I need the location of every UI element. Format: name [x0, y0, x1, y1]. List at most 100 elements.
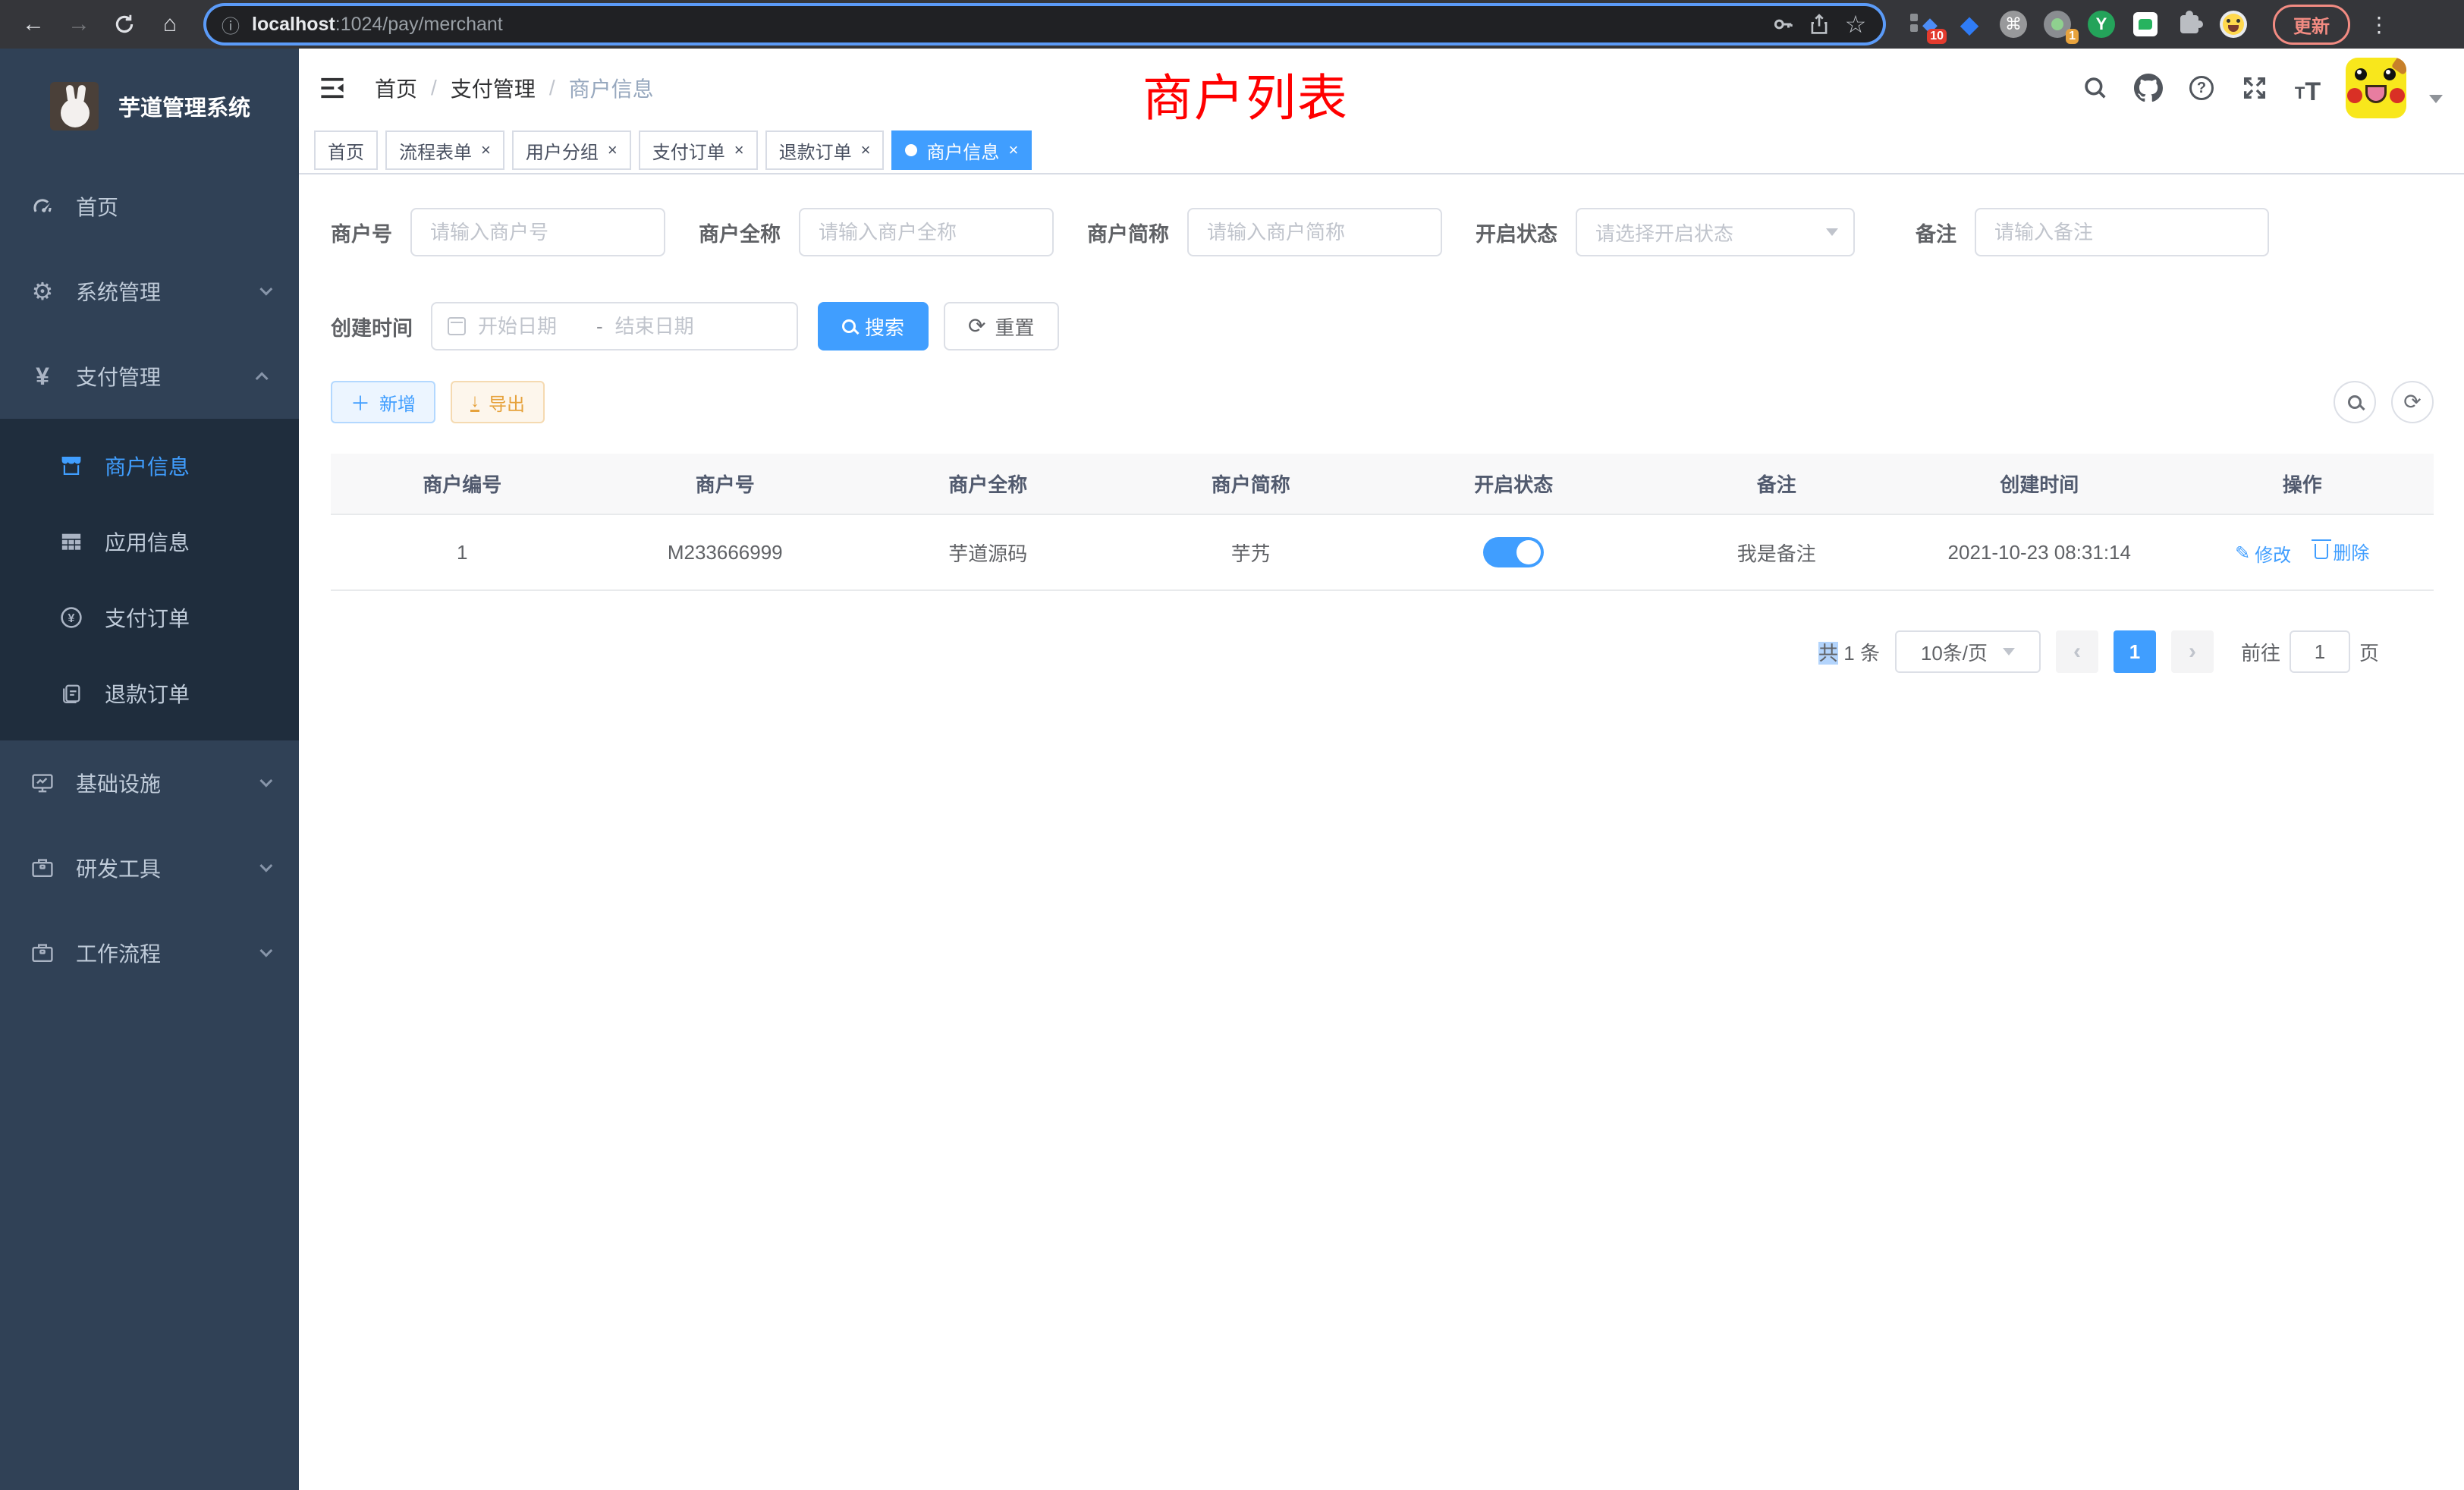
browser-menu-icon[interactable]: ⋮	[2368, 12, 2390, 37]
site-info-icon[interactable]: ⓘ	[222, 11, 240, 38]
header-actions: ? TT	[2080, 58, 2443, 118]
browser-extensions: ◆ 10 ◆ ⌘ 1 Y	[1910, 9, 2249, 39]
app-title: 芋道管理系统	[118, 90, 250, 122]
show-search-button[interactable]	[2334, 381, 2376, 423]
password-key-icon[interactable]	[1771, 12, 1795, 36]
browser-forward-button[interactable]: →	[61, 6, 97, 42]
status-select-placeholder: 请选择开启状态	[1595, 218, 1826, 247]
sidebar-item-workflow[interactable]: 工作流程	[0, 910, 299, 995]
help-icon[interactable]: ?	[2186, 73, 2217, 103]
search-icon	[2348, 395, 2362, 409]
browser-update-button[interactable]: 更新	[2273, 5, 2350, 45]
breadcrumb-current: 商户信息	[569, 73, 654, 103]
search-icon[interactable]	[2080, 73, 2110, 103]
edit-link[interactable]: ✎修改	[2235, 540, 2291, 567]
extension-y-icon[interactable]: Y	[2086, 9, 2117, 39]
extension-pin-icon[interactable]: ◆	[1954, 9, 1985, 39]
browser-back-button[interactable]: ←	[15, 6, 52, 42]
browser-home-button[interactable]: ⌂	[152, 6, 188, 42]
short-name-input[interactable]	[1187, 208, 1442, 256]
sidebar-item-payment[interactable]: ¥ 支付管理	[0, 334, 299, 419]
edit-link-label: 修改	[2255, 540, 2291, 567]
col-short-name: 商户简称	[1120, 454, 1383, 514]
tab-pay-orders[interactable]: 支付订单×	[639, 130, 758, 170]
goto-page: 前往 页	[2241, 630, 2379, 673]
sidebar-item-app-info[interactable]: 应用信息	[0, 504, 299, 580]
sidebar-item-merchant-info[interactable]: 商户信息	[0, 428, 299, 504]
tab-label: 商户信息	[926, 137, 999, 164]
delete-link[interactable]: 删除	[2315, 538, 2369, 564]
sidebar-item-refund-orders[interactable]: 退款订单	[0, 655, 299, 731]
tab-merchant-info[interactable]: 商户信息 ×	[891, 130, 1032, 170]
shop-icon	[59, 454, 83, 478]
cell-remark: 我是备注	[1645, 514, 1909, 590]
prev-page-button[interactable]: ‹	[2056, 630, 2098, 673]
gear-icon: ⚙	[30, 279, 55, 303]
start-date-input[interactable]	[478, 315, 584, 338]
selected-text: 共	[1818, 642, 1838, 665]
reload-icon	[114, 14, 135, 35]
tab-label: 流程表单	[399, 137, 472, 164]
cell-create-time: 2021-10-23 08:31:14	[1908, 514, 2171, 590]
add-button[interactable]: ＋ 新增	[331, 381, 435, 423]
sidebar-item-infrastructure[interactable]: 基础设施	[0, 740, 299, 825]
tab-refund-orders[interactable]: 退款订单×	[765, 130, 885, 170]
chevron-down-icon	[259, 775, 272, 787]
page-size-select[interactable]: 10条/页	[1895, 630, 2041, 673]
extension-apps-icon[interactable]: ◆ 10	[1910, 9, 1941, 39]
close-icon[interactable]: ×	[481, 142, 491, 159]
next-page-button[interactable]: ›	[2171, 630, 2214, 673]
cell-status	[1382, 514, 1645, 590]
fullscreen-icon[interactable]	[2239, 73, 2270, 103]
calendar-icon	[448, 317, 466, 335]
status-toggle[interactable]	[1483, 537, 1544, 567]
font-size-icon[interactable]: TT	[2293, 73, 2323, 103]
extension-tasks-icon[interactable]: 1	[2042, 9, 2073, 39]
close-icon[interactable]: ×	[734, 142, 744, 159]
full-name-input[interactable]	[799, 208, 1054, 256]
user-menu-caret-icon[interactable]	[2429, 95, 2443, 103]
goto-page-input[interactable]	[2290, 630, 2350, 673]
refresh-table-button[interactable]: ⟳	[2391, 381, 2434, 423]
search-button[interactable]: 搜索	[818, 302, 929, 350]
cell-merchant-id: 1	[331, 514, 594, 590]
address-bar[interactable]: ⓘ localhost:1024/pay/merchant ☆	[206, 6, 1883, 42]
sidebar-collapse-icon[interactable]	[317, 73, 347, 103]
tab-user-group[interactable]: 用户分组×	[512, 130, 631, 170]
extension-command-icon[interactable]: ⌘	[1998, 9, 2029, 39]
share-icon[interactable]	[1807, 12, 1831, 36]
breadcrumb-payment[interactable]: 支付管理	[451, 73, 536, 103]
col-create-time: 创建时间	[1908, 454, 2171, 514]
page-1-button[interactable]: 1	[2114, 630, 2156, 673]
github-icon[interactable]	[2133, 73, 2164, 103]
tab-home[interactable]: 首页	[314, 130, 378, 170]
sidebar-item-home[interactable]: 首页	[0, 164, 299, 249]
close-icon[interactable]: ×	[1008, 142, 1018, 159]
export-button-label: 导出	[489, 389, 525, 416]
url-text[interactable]: localhost:1024/pay/merchant	[252, 14, 1758, 36]
user-avatar[interactable]	[2346, 58, 2406, 118]
tab-process-form[interactable]: 流程表单 ×	[385, 130, 504, 170]
export-button[interactable]: ↓ 导出	[451, 381, 545, 423]
sidebar-logo[interactable]: 芋道管理系统	[0, 49, 299, 164]
extension-chat-icon[interactable]	[2130, 9, 2161, 39]
reset-button[interactable]: ⟳ 重置	[944, 302, 1058, 350]
close-icon[interactable]: ×	[861, 142, 871, 159]
merchant-no-input[interactable]	[410, 208, 665, 256]
extensions-puzzle-button[interactable]	[2174, 9, 2205, 39]
documents-icon	[59, 681, 83, 706]
sidebar-item-pay-orders[interactable]: ¥ 支付订单	[0, 580, 299, 655]
browser-profile-avatar[interactable]	[2218, 9, 2249, 39]
sidebar-item-dev-tools[interactable]: 研发工具	[0, 825, 299, 910]
bookmark-star-icon[interactable]: ☆	[1843, 12, 1868, 36]
status-select[interactable]: 请选择开启状态	[1576, 208, 1855, 256]
breadcrumb-home[interactable]: 首页	[375, 73, 417, 103]
browser-reload-button[interactable]	[106, 6, 143, 42]
sidebar-item-label: 研发工具	[76, 853, 259, 883]
create-time-range-picker[interactable]: -	[431, 302, 798, 350]
full-name-label: 商户全称	[699, 218, 781, 247]
remark-input[interactable]	[1975, 208, 2269, 256]
sidebar-item-system[interactable]: ⚙ 系统管理	[0, 249, 299, 334]
end-date-input[interactable]	[615, 315, 721, 338]
close-icon[interactable]: ×	[608, 142, 618, 159]
